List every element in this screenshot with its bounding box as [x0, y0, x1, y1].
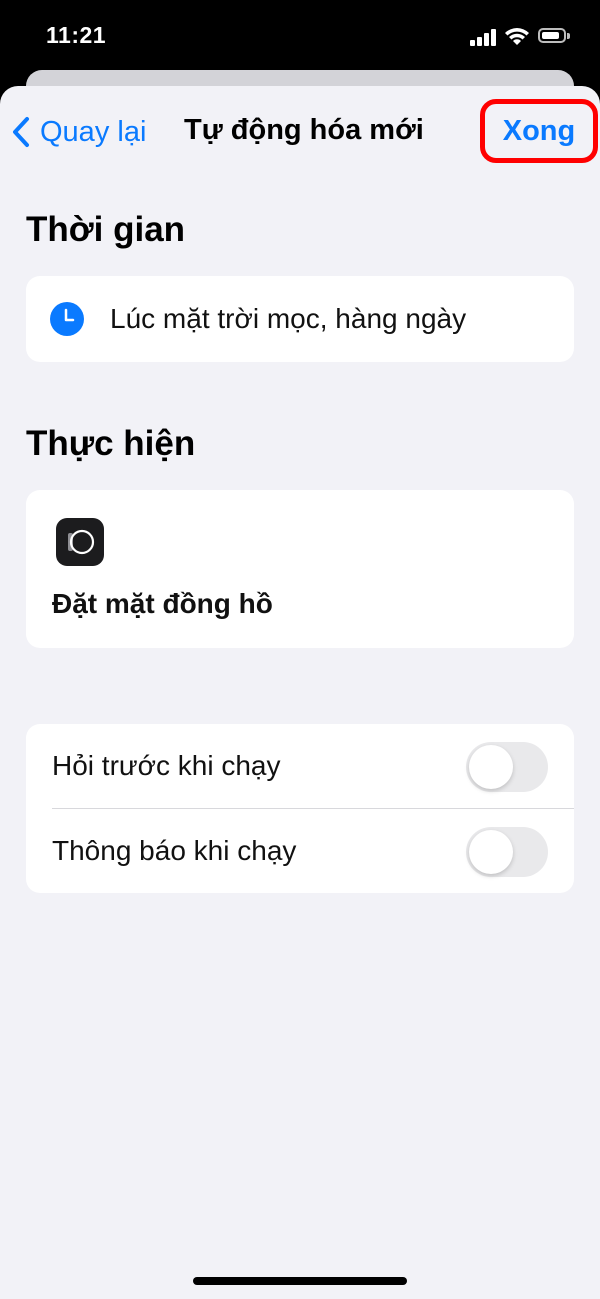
- notify-when-run-toggle[interactable]: [466, 827, 548, 877]
- watch-face-icon: [56, 518, 104, 566]
- done-label: Xong: [502, 114, 576, 147]
- new-automation-sheet: Quay lại Tự động hóa mới Xong Thời gian …: [0, 86, 600, 1299]
- ask-before-running-label: Hỏi trước khi chạy: [52, 750, 281, 781]
- done-button[interactable]: Xong: [480, 99, 598, 163]
- chevron-left-icon: [13, 117, 29, 147]
- notify-when-run-row: Thông báo khi chạy: [26, 809, 574, 893]
- back-button[interactable]: Quay lại: [12, 110, 146, 154]
- toggle-knob: [469, 745, 513, 789]
- options-card: Hỏi trước khi chạy Thông báo khi chạy: [26, 724, 574, 893]
- navigation-bar: Quay lại Tự động hóa mới Xong: [0, 86, 600, 176]
- trigger-section-heading: Thời gian: [26, 210, 186, 249]
- action-label: Đặt mặt đồng hồ: [52, 588, 273, 619]
- clock-icon: [50, 302, 84, 336]
- page-title: Tự động hóa mới: [184, 114, 424, 146]
- toggle-knob: [469, 830, 513, 874]
- action-section-heading: Thực hiện: [26, 424, 196, 463]
- battery-icon: [538, 28, 570, 43]
- trigger-row[interactable]: Lúc mặt trời mọc, hàng ngày: [26, 276, 574, 362]
- action-card[interactable]: Đặt mặt đồng hồ: [26, 490, 574, 648]
- status-time: 11:21: [46, 22, 107, 48]
- status-bar: 11:21: [0, 0, 600, 70]
- cellular-signal-icon: [470, 28, 496, 46]
- trigger-label: Lúc mặt trời mọc, hàng ngày: [110, 303, 467, 334]
- wifi-icon: [505, 28, 529, 45]
- ask-before-running-row: Hỏi trước khi chạy: [26, 724, 574, 808]
- ask-before-running-toggle[interactable]: [466, 742, 548, 792]
- notify-when-run-label: Thông báo khi chạy: [52, 835, 297, 866]
- home-indicator[interactable]: [193, 1277, 407, 1285]
- back-label: Quay lại: [40, 115, 147, 148]
